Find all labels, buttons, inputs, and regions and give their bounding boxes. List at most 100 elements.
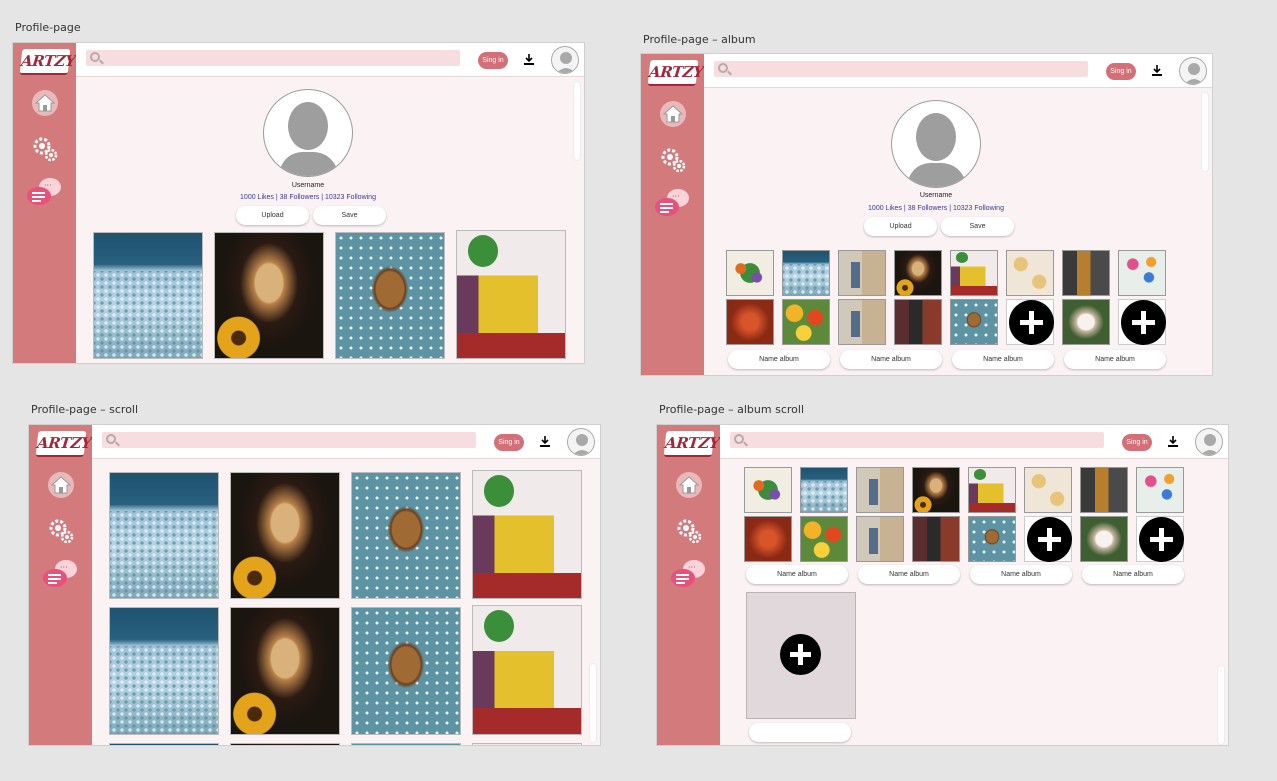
download-icon[interactable] (1152, 65, 1162, 76)
album-thumbnail[interactable] (894, 250, 942, 296)
add-photo-button[interactable] (1118, 299, 1166, 345)
artwork-room[interactable] (472, 743, 582, 745)
album-thumbnail[interactable] (800, 467, 848, 513)
search-bar[interactable] (730, 432, 1104, 448)
add-photo-button[interactable] (1136, 516, 1184, 562)
home-icon[interactable] (31, 89, 59, 117)
album-thumbnail[interactable] (838, 299, 886, 345)
album-thumbnail[interactable] (950, 299, 998, 345)
album-name-button[interactable]: Name album (952, 350, 1054, 369)
download-icon[interactable] (540, 436, 550, 447)
artwork-room[interactable] (472, 605, 582, 735)
album-thumbnail[interactable] (912, 467, 960, 513)
artwork-deer[interactable] (351, 607, 461, 735)
album-name-button[interactable]: Name album (746, 565, 848, 584)
user-avatar[interactable] (1195, 428, 1223, 456)
album-thumbnail[interactable] (744, 516, 792, 562)
chat-icon[interactable]: ··· (669, 558, 707, 590)
search-bar[interactable] (714, 61, 1088, 77)
artwork-room[interactable] (472, 470, 582, 599)
album-name-button[interactable]: Name album (728, 350, 830, 369)
gear-icon[interactable] (31, 135, 59, 163)
artwork-portrait[interactable] (230, 607, 340, 735)
album-thumbnail[interactable] (950, 250, 998, 296)
download-icon[interactable] (1168, 436, 1178, 447)
logo[interactable]: ARTZY (35, 431, 92, 457)
album-name-button[interactable]: Name album (840, 350, 942, 369)
album-thumbnail[interactable] (856, 516, 904, 562)
album-thumbnail[interactable] (1136, 467, 1184, 513)
add-photo-button[interactable] (1006, 299, 1054, 345)
user-avatar[interactable] (1179, 57, 1207, 85)
sign-in-button[interactable]: Sing in (1122, 434, 1152, 451)
album-thumbnail[interactable] (726, 299, 774, 345)
scrollbar[interactable] (1201, 92, 1209, 172)
download-icon[interactable] (524, 54, 534, 65)
album-thumbnail[interactable] (782, 250, 830, 296)
album-name-button[interactable]: Name album (1064, 350, 1166, 369)
album-name-button[interactable]: Name album (858, 565, 960, 584)
search-bar[interactable] (86, 50, 460, 66)
artwork-deer[interactable] (351, 743, 461, 745)
upload-button[interactable]: Upload (236, 206, 309, 225)
logo[interactable]: ARTZY (647, 60, 704, 86)
logo[interactable]: ARTZY (19, 49, 76, 75)
artwork-deer[interactable] (351, 472, 461, 599)
home-icon[interactable] (659, 100, 687, 128)
save-button[interactable]: Save (313, 206, 386, 225)
gear-icon[interactable] (675, 517, 703, 545)
album-thumbnail[interactable] (1062, 299, 1110, 345)
album-thumbnail[interactable] (1062, 250, 1110, 296)
artwork-portrait[interactable] (230, 472, 340, 599)
scrollbar[interactable] (1217, 665, 1225, 745)
album-thumbnail[interactable] (1118, 250, 1166, 296)
album-thumbnail[interactable] (800, 516, 848, 562)
profile-avatar[interactable] (263, 89, 353, 177)
chat-icon[interactable]: ··· (41, 558, 79, 590)
sign-in-button[interactable]: Sing in (494, 434, 524, 451)
album-thumbnail[interactable] (782, 299, 830, 345)
artwork-sea[interactable] (109, 472, 219, 599)
scrollbar[interactable] (589, 663, 597, 743)
gear-icon[interactable] (47, 517, 75, 545)
user-avatar[interactable] (551, 46, 579, 74)
user-avatar[interactable] (567, 428, 595, 456)
album-thumbnail[interactable] (968, 467, 1016, 513)
gear-icon[interactable] (659, 146, 687, 174)
new-album-name-field[interactable] (749, 723, 851, 742)
save-button[interactable]: Save (941, 217, 1014, 236)
album-thumbnail[interactable] (838, 250, 886, 296)
album-thumbnail[interactable] (912, 516, 960, 562)
scrollbar[interactable] (573, 81, 581, 161)
home-icon[interactable] (675, 471, 703, 499)
profile-avatar[interactable] (891, 100, 981, 188)
album-thumbnail[interactable] (968, 516, 1016, 562)
search-bar[interactable] (102, 432, 476, 448)
album-thumbnail[interactable] (1080, 467, 1128, 513)
artwork-sea[interactable] (93, 232, 203, 359)
add-photo-button[interactable] (1024, 516, 1072, 562)
logo[interactable]: ARTZY (663, 431, 720, 457)
chat-icon[interactable]: ··· (25, 176, 63, 208)
album-name-button[interactable]: Name album (970, 565, 1072, 584)
album-thumbnail[interactable] (726, 250, 774, 296)
artwork-room[interactable] (456, 230, 566, 359)
album-name-button[interactable]: Name album (1082, 565, 1184, 584)
album-thumbnail[interactable] (856, 467, 904, 513)
album-thumbnail[interactable] (1024, 467, 1072, 513)
artwork-portrait[interactable] (214, 232, 324, 359)
artwork-deer[interactable] (335, 232, 445, 359)
upload-button[interactable]: Upload (864, 217, 937, 236)
album-thumbnail[interactable] (1080, 516, 1128, 562)
artwork-portrait[interactable] (230, 743, 340, 745)
new-album-card[interactable] (746, 592, 856, 719)
album-thumbnail[interactable] (894, 299, 942, 345)
chat-icon[interactable]: ··· (653, 187, 691, 219)
album-thumbnail[interactable] (1006, 250, 1054, 296)
sign-in-button[interactable]: Sing in (1106, 63, 1136, 80)
artwork-sea[interactable] (109, 743, 219, 745)
album-thumbnail[interactable] (744, 467, 792, 513)
artwork-sea[interactable] (109, 607, 219, 735)
home-icon[interactable] (47, 471, 75, 499)
sign-in-button[interactable]: Sing in (478, 52, 508, 69)
